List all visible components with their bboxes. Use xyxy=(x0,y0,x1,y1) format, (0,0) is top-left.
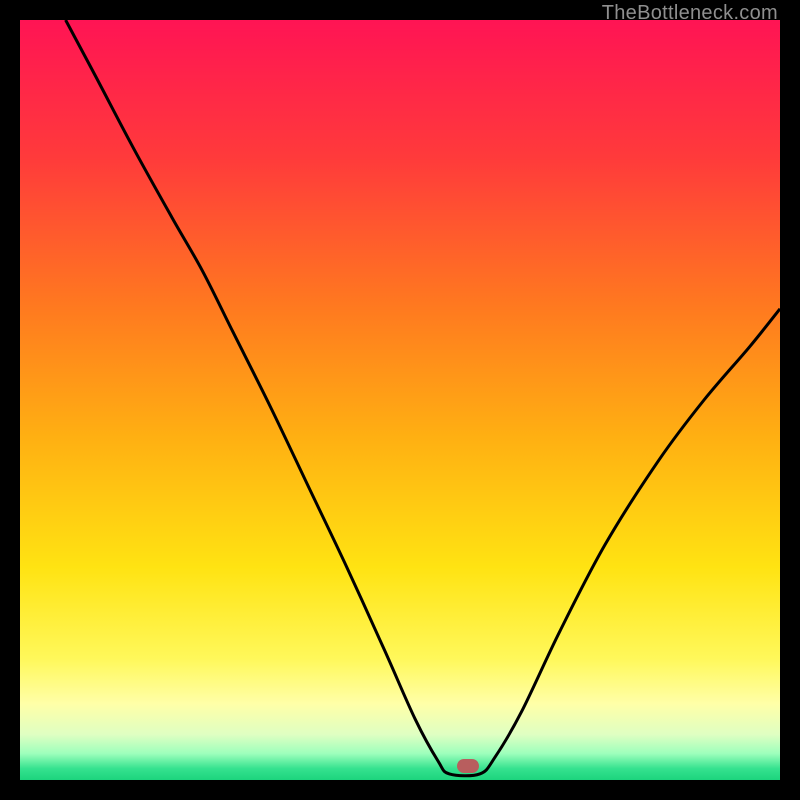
watermark-text: TheBottleneck.com xyxy=(602,2,778,25)
optimal-point-marker xyxy=(457,759,479,773)
plot-area xyxy=(20,20,780,780)
bottleneck-curve xyxy=(20,20,780,780)
chart-container: TheBottleneck.com xyxy=(0,0,800,800)
